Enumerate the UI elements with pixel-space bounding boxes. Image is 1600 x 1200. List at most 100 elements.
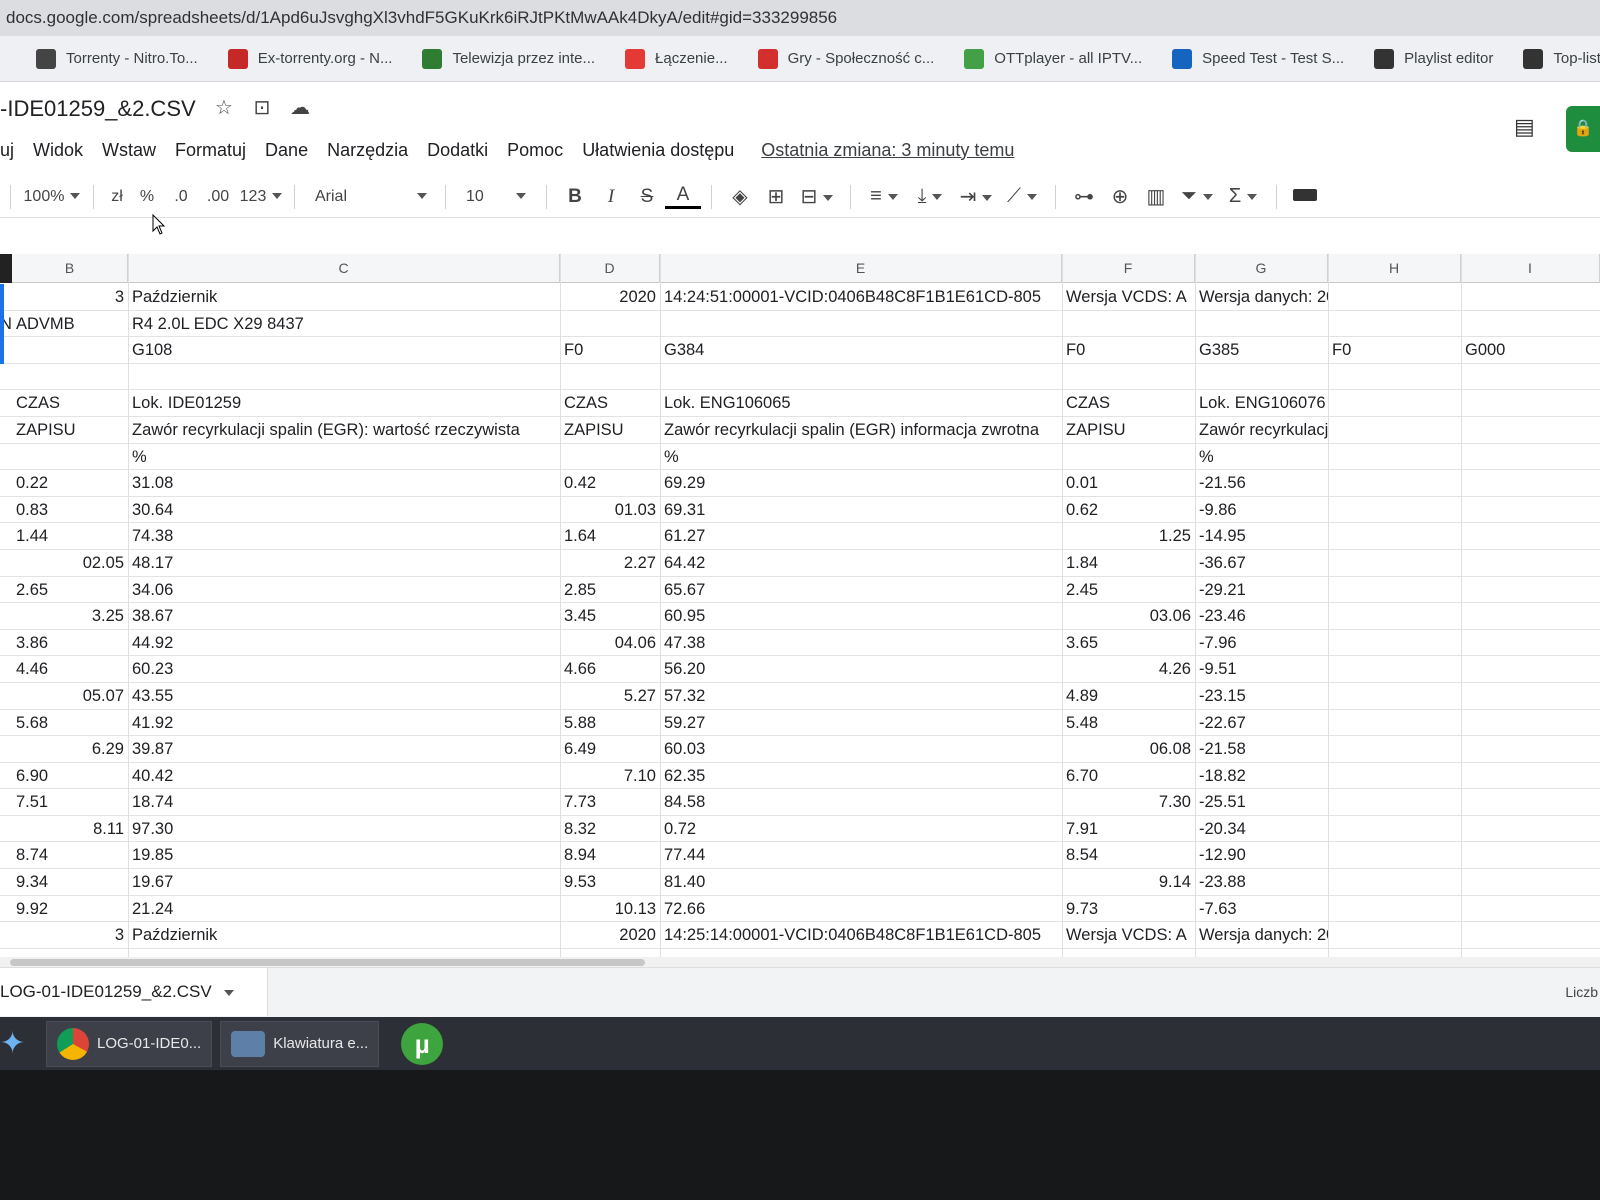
cell-c[interactable]: 19.85 — [128, 842, 560, 869]
bookmark-item[interactable]: Łączenie... — [625, 48, 728, 69]
cell-d[interactable]: 5.88 — [560, 710, 660, 737]
menu-edit[interactable]: uj — [0, 140, 14, 161]
column-header-f[interactable]: F — [1062, 254, 1195, 283]
cell-e[interactable]: 60.03 — [660, 736, 1062, 763]
cell-f[interactable]: CZAS — [1062, 390, 1195, 417]
cell-d[interactable]: 6.49 — [560, 736, 660, 763]
cell-e[interactable]: 65.67 — [660, 577, 1062, 604]
cell-g[interactable]: -25.51 — [1195, 789, 1328, 816]
cell-e[interactable]: Zawór recyrkulacji spalin (EGR) informac… — [660, 417, 1062, 444]
cell-i[interactable] — [1461, 417, 1600, 444]
cell-i[interactable] — [1461, 470, 1600, 497]
cell-f[interactable]: 9.14 — [1062, 869, 1195, 896]
cell-g[interactable]: -22.67 — [1195, 710, 1328, 737]
more-formats-button[interactable]: 123 — [238, 188, 284, 206]
italic-button[interactable]: I — [593, 186, 629, 208]
cell-g[interactable]: G385 — [1195, 337, 1328, 364]
move-folder-icon[interactable]: ⊡ — [250, 96, 274, 120]
cell-b[interactable]: 5.68 — [12, 710, 128, 737]
cell-g[interactable]: -18.82 — [1195, 763, 1328, 790]
cell-g[interactable]: -7.96 — [1195, 630, 1328, 657]
cell-d[interactable] — [560, 444, 660, 471]
cell-c[interactable]: Zawór recyrkulacji spalin (EGR): wartość… — [128, 417, 560, 444]
menu-data[interactable]: Dane — [265, 140, 308, 161]
cell-d[interactable]: 0.42 — [560, 470, 660, 497]
cell-d[interactable]: 01.03 — [560, 497, 660, 524]
cell-g[interactable]: -21.56 — [1195, 470, 1328, 497]
cell-h[interactable] — [1328, 417, 1461, 444]
cell-d[interactable]: 8.32 — [560, 816, 660, 843]
cell-h[interactable] — [1328, 842, 1461, 869]
text-rotate-icon[interactable]: ⟋ — [999, 185, 1045, 208]
last-edit-link[interactable]: Ostatnia zmiana: 3 minuty temu — [761, 140, 1014, 161]
utorrent-icon[interactable]: µ — [401, 1022, 444, 1065]
menu-insert[interactable]: Wstaw — [102, 140, 156, 161]
cell-g[interactable]: -23.88 — [1195, 869, 1328, 896]
sheet-tab[interactable]: LOG-01-IDE01259_&2.CSV — [0, 968, 268, 1016]
cell-h[interactable] — [1328, 470, 1461, 497]
cell-i[interactable] — [1461, 630, 1600, 657]
cell-b[interactable]: 02.05 — [12, 550, 128, 577]
cell-d[interactable]: 2.27 — [560, 550, 660, 577]
fill-color-icon[interactable]: ◈ — [722, 184, 758, 209]
cell-f[interactable]: 4.89 — [1062, 683, 1195, 710]
cell-d[interactable]: 9.53 — [560, 869, 660, 896]
cell-b[interactable]: 3 — [12, 922, 128, 949]
cell-h[interactable] — [1328, 497, 1461, 524]
star-icon[interactable]: ☆ — [212, 96, 236, 120]
cell-g[interactable]: -14.95 — [1195, 523, 1328, 550]
cell-i[interactable] — [1461, 550, 1600, 577]
menu-accessibility[interactable]: Ułatwienia dostępu — [582, 140, 734, 161]
cell-i[interactable] — [1461, 869, 1600, 896]
cell-h[interactable] — [1328, 710, 1461, 737]
cell-e[interactable]: 62.35 — [660, 763, 1062, 790]
cell-g[interactable]: Lok. ENG106076 — [1195, 390, 1328, 417]
cell-f[interactable]: 4.26 — [1062, 656, 1195, 683]
cell-d[interactable]: 8.94 — [560, 842, 660, 869]
start-icon[interactable]: ✦ — [0, 1024, 38, 1064]
cell-i[interactable]: G000 — [1461, 337, 1600, 364]
cell-i[interactable] — [1461, 497, 1600, 524]
cell-h[interactable] — [1328, 603, 1461, 630]
cell-c[interactable]: G108 — [128, 337, 560, 364]
column-header-b[interactable]: B — [12, 254, 128, 283]
align-horizontal-icon[interactable]: ≡ — [861, 185, 907, 208]
cell-f[interactable]: 7.91 — [1062, 816, 1195, 843]
decrease-decimal-button[interactable]: .0 — [164, 188, 198, 206]
column-header-g[interactable]: G — [1195, 254, 1328, 283]
column-header-i[interactable]: I — [1461, 254, 1600, 283]
cell-c[interactable]: 21.24 — [128, 896, 560, 923]
cell-b[interactable]: 4.46 — [12, 656, 128, 683]
cell-b[interactable]: ZAPISU — [12, 417, 128, 444]
cell-c[interactable]: Październik — [128, 284, 560, 311]
cell-e[interactable]: 0.72 — [660, 816, 1062, 843]
cell-c[interactable] — [128, 364, 560, 391]
cell-g[interactable]: -9.86 — [1195, 497, 1328, 524]
menu-help[interactable]: Pomoc — [507, 140, 563, 161]
cell-f[interactable]: F0 — [1062, 337, 1195, 364]
cell-d[interactable]: F0 — [560, 337, 660, 364]
cell-d[interactable]: 2020 — [560, 284, 660, 311]
cell-h[interactable] — [1328, 816, 1461, 843]
cell-c[interactable]: R4 2.0L EDC X29 8437 — [128, 311, 560, 338]
cloud-icon[interactable]: ☁ — [288, 96, 312, 120]
cell-g[interactable]: -21.58 — [1195, 736, 1328, 763]
cell-c[interactable]: Październik — [128, 922, 560, 949]
cell-g[interactable]: Wersja danych: 20170404 DS267.7 — [1195, 284, 1328, 311]
cell-b[interactable]: 0.22 — [12, 470, 128, 497]
cell-b[interactable]: 9.92 — [12, 896, 128, 923]
cell-h[interactable] — [1328, 577, 1461, 604]
bookmark-item[interactable]: Speed Test - Test S... — [1172, 48, 1344, 69]
align-vertical-icon[interactable]: ⤓ — [907, 185, 953, 208]
text-color-button[interactable]: A — [665, 184, 701, 209]
cell-d[interactable]: CZAS — [560, 390, 660, 417]
bookmark-item[interactable]: OTTplayer - all IPTV... — [964, 48, 1142, 69]
cell-f[interactable]: 8.54 — [1062, 842, 1195, 869]
cell-i[interactable] — [1461, 603, 1600, 630]
cell-c[interactable]: 38.67 — [128, 603, 560, 630]
cell-e[interactable] — [660, 311, 1062, 338]
cell-e[interactable] — [660, 364, 1062, 391]
cell-e[interactable]: % — [660, 444, 1062, 471]
bookmark-item[interactable]: Gry - Społeczność c... — [757, 48, 934, 69]
cell-d[interactable]: 4.66 — [560, 656, 660, 683]
